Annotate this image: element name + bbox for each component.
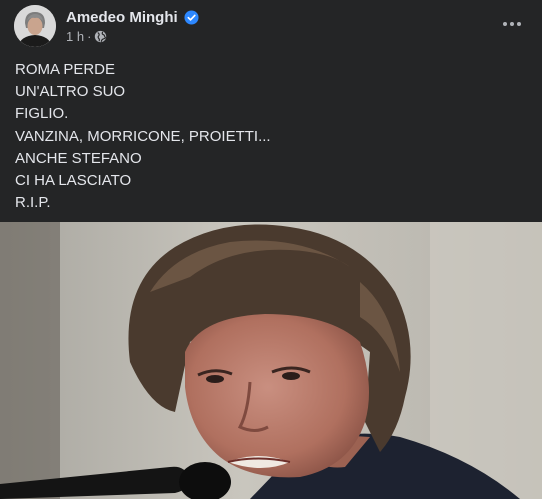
more-options-button[interactable] (496, 10, 528, 38)
author-name[interactable]: Amedeo Minghi (66, 9, 178, 26)
post-line: R.I.P. (15, 194, 51, 212)
globe-icon[interactable] (94, 30, 107, 43)
post-meta: 1 h · (66, 28, 107, 44)
post-line: FIGLIO. (15, 105, 69, 123)
post-line: ANCHE STEFANO (15, 149, 142, 167)
post-timestamp[interactable]: 1 h (66, 29, 84, 44)
more-options-icon (503, 22, 521, 26)
post-line: UN'ALTRO SUO (15, 83, 126, 101)
meta-separator: · (87, 28, 92, 44)
portrait-image (0, 222, 542, 499)
author-avatar[interactable] (14, 5, 56, 47)
post-header: Amedeo Minghi 1 h · (0, 0, 542, 52)
avatar-photo (14, 5, 56, 47)
post-line: ROMA PERDE (15, 61, 116, 78)
verified-badge-icon (184, 9, 199, 25)
post-message: ROMA PERDE UN'ALTRO SUO FIGLIO. VANZINA,… (15, 59, 515, 214)
author-row: Amedeo Minghi (66, 7, 199, 27)
post-line: CI HA LASCIATO (15, 172, 132, 190)
post-line: VANZINA, MORRICONE, PROIETTI... (15, 127, 271, 145)
post-photo[interactable] (0, 222, 542, 499)
